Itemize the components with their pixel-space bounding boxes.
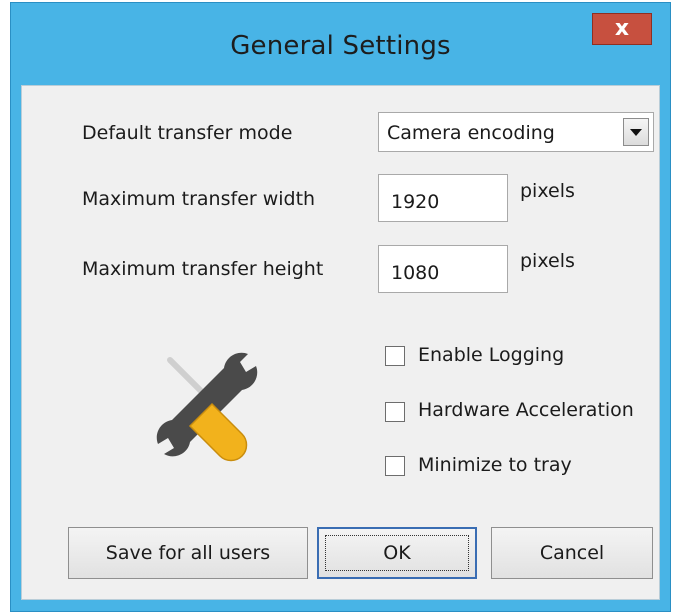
transfer-mode-selected-value: Camera encoding: [387, 122, 555, 144]
wrench-screwdriver-icon: [156, 352, 258, 462]
max-height-label: Maximum transfer height: [82, 258, 324, 280]
max-width-value: 1920: [391, 191, 440, 213]
dialog-content: Default transfer mode Camera encoding Ma…: [21, 85, 660, 600]
dialog-title: General Settings: [230, 31, 451, 61]
focus-indicator: [325, 535, 469, 571]
chevron-down-icon[interactable]: [623, 118, 649, 146]
max-height-value: 1080: [391, 262, 440, 284]
close-button[interactable]: x: [592, 13, 652, 45]
max-width-unit: pixels: [520, 180, 575, 202]
minimize-to-tray-label: Minimize to tray: [418, 454, 572, 476]
ok-button[interactable]: OK: [317, 527, 477, 579]
max-width-label: Maximum transfer width: [82, 188, 316, 210]
title-bar[interactable]: General Settings x: [11, 3, 670, 85]
transfer-mode-label: Default transfer mode: [82, 122, 293, 144]
max-height-unit: pixels: [520, 250, 575, 272]
minimize-to-tray-checkbox[interactable]: [385, 456, 405, 476]
save-for-all-users-button[interactable]: Save for all users: [68, 527, 308, 579]
max-width-input[interactable]: 1920: [378, 174, 508, 222]
settings-dialog: General Settings x Default transfer mode…: [10, 2, 671, 612]
max-height-input[interactable]: 1080: [378, 245, 508, 293]
close-icon: x: [614, 16, 630, 41]
cancel-button[interactable]: Cancel: [491, 527, 653, 579]
enable-logging-label: Enable Logging: [418, 344, 565, 366]
enable-logging-checkbox[interactable]: [385, 346, 405, 366]
transfer-mode-dropdown[interactable]: Camera encoding: [378, 112, 654, 152]
hardware-acceleration-checkbox[interactable]: [385, 402, 405, 422]
hardware-acceleration-label: Hardware Acceleration: [418, 399, 634, 421]
